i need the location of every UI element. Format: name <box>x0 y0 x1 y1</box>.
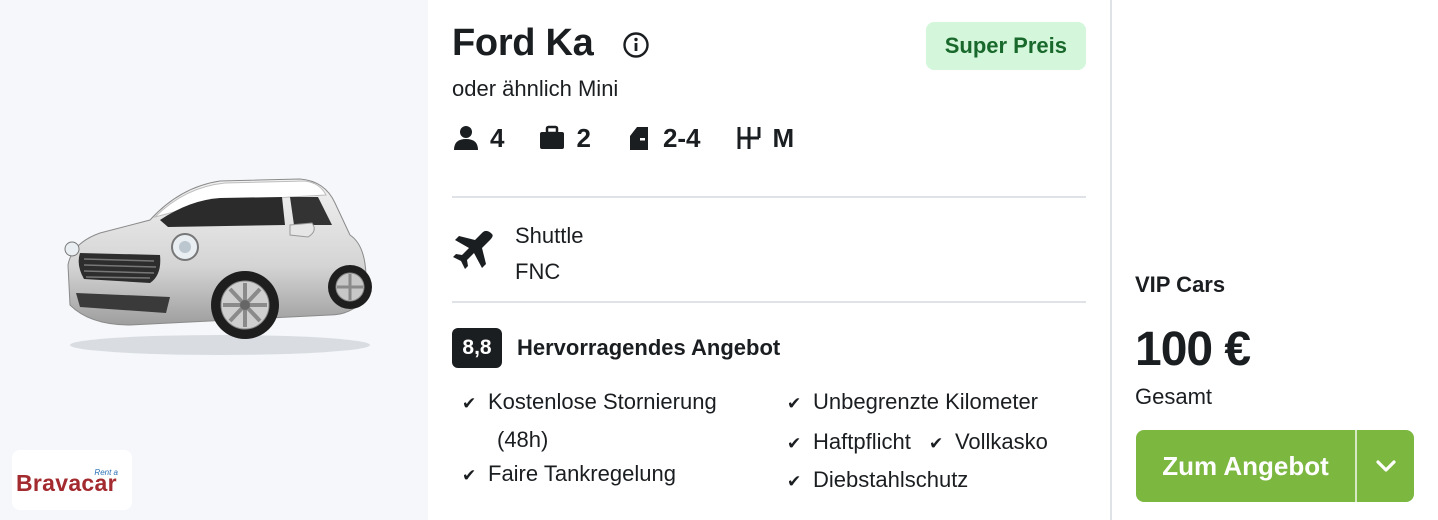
divider <box>452 196 1086 198</box>
chevron-down-icon <box>1375 460 1396 472</box>
check-icon: ✔ <box>928 434 944 453</box>
divider <box>452 301 1086 303</box>
offer-button-group: Zum Angebot <box>1136 430 1414 502</box>
spec-doors: 2-4 <box>625 123 701 154</box>
suitcase-icon <box>540 125 565 149</box>
check-icon: ✔ <box>462 394 477 413</box>
feature-fuel-policy: ✔ Faire Tankregelung <box>462 456 676 494</box>
go-to-offer-button[interactable]: Zum Angebot <box>1136 430 1355 502</box>
spec-doors-value: 2-4 <box>662 122 701 153</box>
gearshift-icon <box>737 127 761 149</box>
spec-seats: 4 <box>452 123 504 154</box>
pickup-location: FNC <box>515 259 561 284</box>
vendor-name: VIP Cars <box>1135 272 1226 297</box>
supplier-logo-brand: Bravacar <box>16 470 117 496</box>
rating: 8,8 Hervorragendes Angebot <box>452 328 780 368</box>
car-offer-card: Rent a Bravacar Ford Ka Super Preis oder… <box>0 0 1438 520</box>
feature-unlimited-km: ✔ Unbegrenzte Kilometer <box>787 384 1038 422</box>
total-price: 100 € <box>1135 323 1251 376</box>
check-icon: ✔ <box>787 472 802 491</box>
price-label: Gesamt <box>1135 384 1213 409</box>
spec-transmission-value: M <box>772 122 795 153</box>
check-icon: ✔ <box>462 466 477 485</box>
car-image-panel: Rent a Bravacar <box>0 0 428 520</box>
feature-free-cancellation: ✔ Kostenlose Stornierung (48h) <box>462 384 717 458</box>
spec-seats-value: 4 <box>490 122 505 153</box>
price-panel: VIP Cars 100 € Gesamt Zum Angebot <box>1112 0 1438 520</box>
car-image[interactable] <box>50 165 380 365</box>
rating-label: Hervorragendes Angebot <box>517 335 781 360</box>
rating-score: 8,8 <box>452 328 502 368</box>
super-price-badge: Super Preis <box>925 22 1086 70</box>
check-icon: ✔ <box>787 434 802 453</box>
spec-luggage-value: 2 <box>576 122 591 153</box>
door-icon <box>629 127 648 150</box>
feature-theft-protection: ✔ Diebstahlschutz <box>787 462 968 500</box>
person-icon <box>454 126 478 150</box>
supplier-logo: Rent a Bravacar <box>12 450 132 510</box>
feature-insurance: ✔ Haftpflicht ✔ Vollkasko <box>787 424 1048 462</box>
airplane-icon <box>453 230 493 269</box>
pickup-type: Shuttle <box>515 223 584 248</box>
spec-transmission: M <box>735 122 795 154</box>
offer-dropdown-button[interactable] <box>1357 430 1414 502</box>
car-similar-text: oder ähnlich Mini <box>452 76 619 101</box>
check-icon: ✔ <box>787 394 802 413</box>
info-icon[interactable] <box>622 31 650 59</box>
car-title: Ford Ka <box>452 22 594 64</box>
spec-luggage: 2 <box>538 122 591 154</box>
car-details: Ford Ka Super Preis oder ähnlich Mini 4 <box>452 0 1086 520</box>
car-specs: 4 2 2-4 M <box>452 120 828 156</box>
